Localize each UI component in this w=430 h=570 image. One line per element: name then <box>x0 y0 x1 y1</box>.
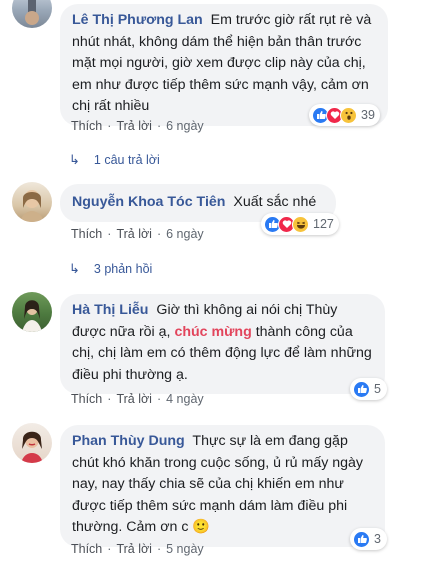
reaction-summary[interactable]: 39 <box>309 104 380 126</box>
comment-actions: Thích · Trả lời · 4 ngày <box>71 392 204 406</box>
haha-icon <box>292 215 309 233</box>
comment-actions: Thích · Trả lời · 5 ngày <box>71 542 204 556</box>
separator: · <box>107 542 112 556</box>
avatar[interactable] <box>12 0 52 28</box>
reaction-count: 3 <box>374 532 381 546</box>
avatar[interactable] <box>12 182 52 222</box>
comment-author[interactable]: Nguyễn Khoa Tóc Tiên <box>72 194 225 210</box>
comment-author[interactable]: Hà Thị Liễu <box>72 302 148 318</box>
separator: · <box>156 119 162 133</box>
like-button[interactable]: Thích <box>71 119 102 133</box>
avatar-photo <box>20 190 44 222</box>
avatar-photo <box>22 300 42 332</box>
like-button[interactable]: Thích <box>71 542 102 556</box>
comment-bubble: Phan Thùy Dung Thực sự là em đang gặp ch… <box>60 425 385 547</box>
comment-actions: Thích · Trả lời · 6 ngày <box>71 227 204 241</box>
reply-button[interactable]: Trả lời <box>116 542 152 556</box>
reaction-summary[interactable]: 3 <box>350 528 387 550</box>
view-replies-link[interactable]: ↳ 1 câu trả lời <box>69 152 160 168</box>
smile-emoji-icon: 🙂 <box>192 519 211 535</box>
comment-time[interactable]: 4 ngày <box>166 392 204 406</box>
reaction-summary[interactable]: 127 <box>261 213 339 235</box>
avatar-photo <box>21 431 43 463</box>
reply-arrow-icon: ↳ <box>69 261 80 276</box>
like-button[interactable]: Thích <box>71 227 102 241</box>
separator: · <box>107 227 112 241</box>
comment-time[interactable]: 5 ngày <box>166 542 204 556</box>
reaction-summary[interactable]: 5 <box>350 378 387 400</box>
comment-actions: Thích · Trả lời · 6 ngày <box>71 119 204 133</box>
comment-author[interactable]: Phan Thùy Dung <box>72 433 185 449</box>
replies-label: 3 phản hồi <box>93 262 153 276</box>
reaction-count: 127 <box>313 217 334 231</box>
reaction-count: 39 <box>361 108 375 122</box>
comment-text: Xuất sắc nhé <box>233 194 317 210</box>
reply-arrow-icon: ↳ <box>69 152 80 167</box>
wow-icon <box>340 106 357 124</box>
reply-button[interactable]: Trả lời <box>116 227 152 241</box>
comment-highlight: chúc mừng <box>174 323 252 340</box>
comment-author[interactable]: Lê Thị Phương Lan <box>72 12 203 28</box>
replies-label: 1 câu trả lời <box>93 153 160 167</box>
reaction-count: 5 <box>374 382 381 396</box>
separator: · <box>107 392 112 406</box>
comment-time[interactable]: 6 ngày <box>166 227 204 241</box>
like-icon <box>353 380 370 398</box>
separator: · <box>107 119 112 133</box>
separator: · <box>156 227 162 241</box>
reply-button[interactable]: Trả lời <box>116 119 152 133</box>
like-button[interactable]: Thích <box>71 392 102 406</box>
separator: · <box>156 542 162 556</box>
avatar[interactable] <box>12 423 52 463</box>
view-replies-link[interactable]: ↳ 3 phản hồi <box>69 261 152 277</box>
like-icon <box>353 530 370 548</box>
avatar-photo <box>25 0 39 25</box>
reply-button[interactable]: Trả lời <box>116 392 152 406</box>
separator: · <box>156 392 162 406</box>
avatar[interactable] <box>12 292 52 332</box>
comment-time[interactable]: 6 ngày <box>166 119 204 133</box>
comment-bubble: Hà Thị Liễu Giờ thì không ai nói chị Thù… <box>60 294 385 394</box>
